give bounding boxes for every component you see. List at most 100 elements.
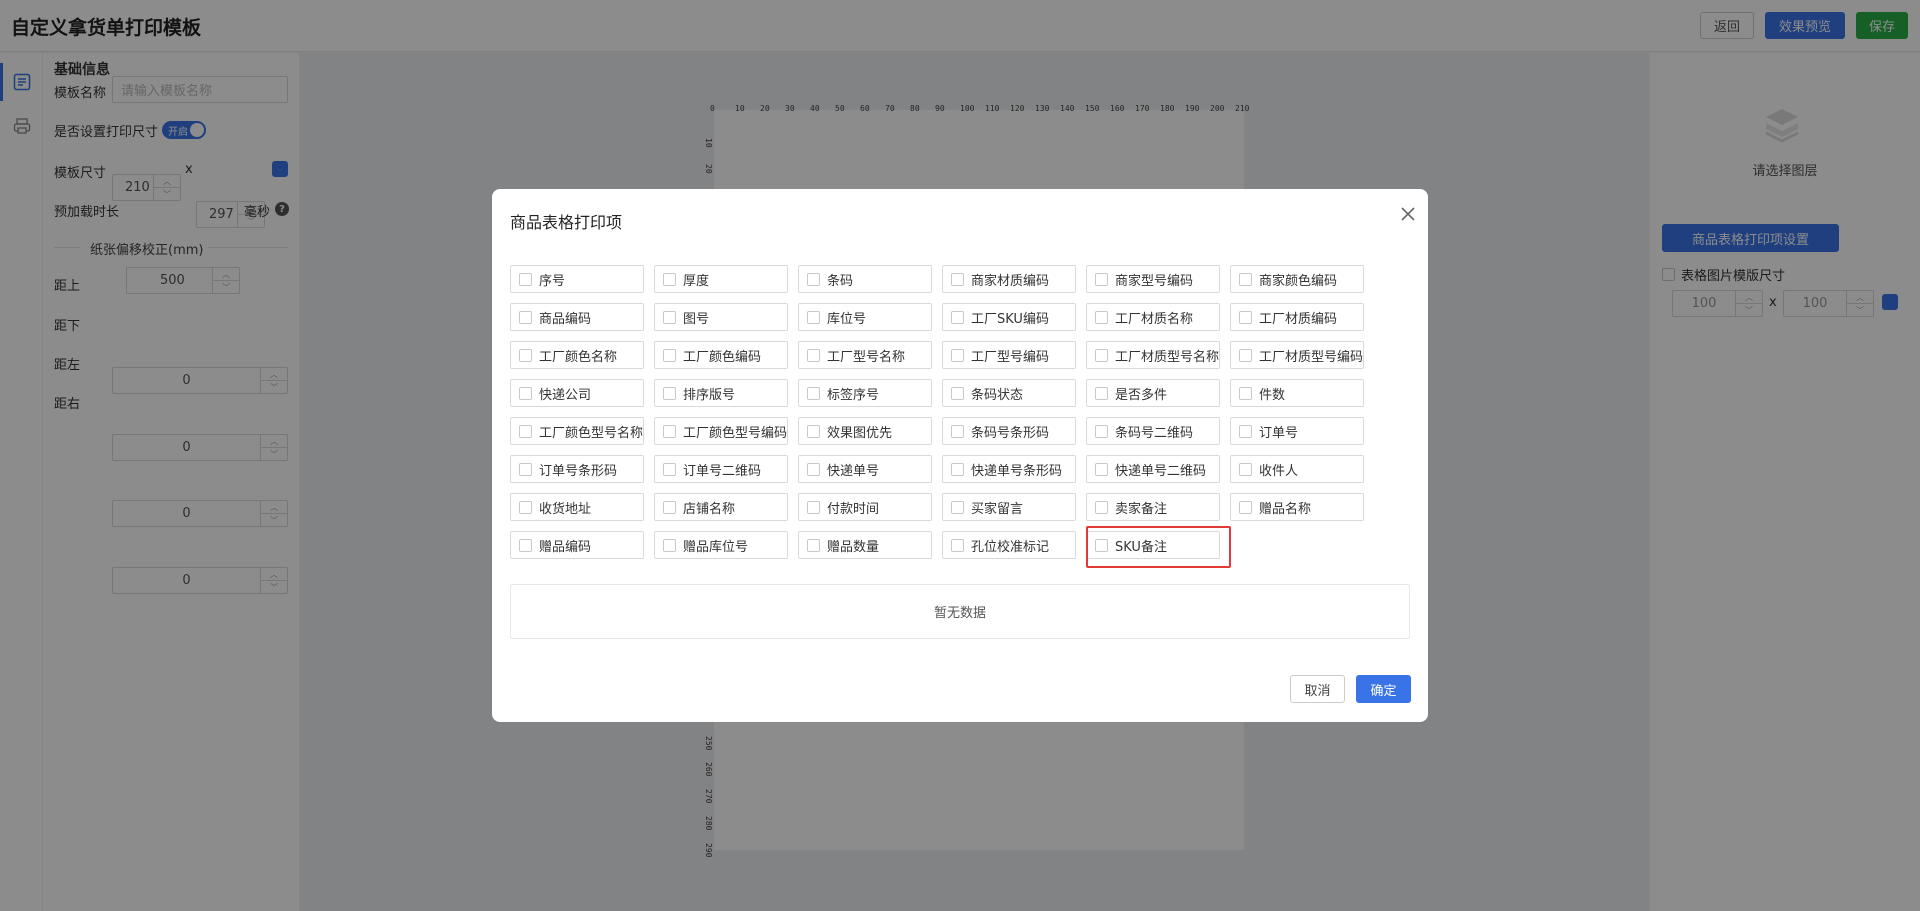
option-label: 工厂SKU编码 <box>971 311 1049 327</box>
option-checkbox[interactable] <box>519 462 532 476</box>
option-checkbox[interactable] <box>519 424 532 438</box>
print-option[interactable]: 厚度 <box>654 265 788 293</box>
option-checkbox[interactable] <box>951 462 964 476</box>
print-option[interactable]: 图号 <box>654 303 788 331</box>
print-option[interactable]: 收件人 <box>1230 455 1364 483</box>
option-checkbox[interactable] <box>807 386 820 400</box>
option-checkbox[interactable] <box>663 348 676 362</box>
print-option[interactable]: 订单号条形码 <box>510 455 644 483</box>
option-checkbox[interactable] <box>951 424 964 438</box>
option-checkbox[interactable] <box>807 500 820 514</box>
option-checkbox[interactable] <box>1095 538 1108 552</box>
option-checkbox[interactable] <box>807 538 820 552</box>
print-option[interactable]: 条码 <box>798 265 932 293</box>
print-option[interactable]: 条码状态 <box>942 379 1076 407</box>
option-checkbox[interactable] <box>1239 310 1252 324</box>
option-checkbox[interactable] <box>663 500 676 514</box>
print-option[interactable]: 库位号 <box>798 303 932 331</box>
print-option[interactable]: 快递单号二维码 <box>1086 455 1220 483</box>
print-option[interactable]: 订单号二维码 <box>654 455 788 483</box>
option-checkbox[interactable] <box>1095 272 1108 286</box>
print-option[interactable]: 赠品库位号 <box>654 531 788 559</box>
option-checkbox[interactable] <box>951 538 964 552</box>
confirm-button[interactable]: 确定 <box>1356 675 1411 703</box>
print-option[interactable]: 件数 <box>1230 379 1364 407</box>
print-option[interactable]: 标签序号 <box>798 379 932 407</box>
option-checkbox[interactable] <box>663 462 676 476</box>
option-checkbox[interactable] <box>951 310 964 324</box>
print-option[interactable]: 工厂颜色型号名称 <box>510 417 644 445</box>
option-checkbox[interactable] <box>519 348 532 362</box>
print-option[interactable]: 排序版号 <box>654 379 788 407</box>
print-option[interactable]: 卖家备注 <box>1086 493 1220 521</box>
print-option[interactable]: 序号 <box>510 265 644 293</box>
print-option[interactable]: 商家型号编码 <box>1086 265 1220 293</box>
option-checkbox[interactable] <box>1095 386 1108 400</box>
option-checkbox[interactable] <box>519 272 532 286</box>
print-option[interactable]: 商家材质编码 <box>942 265 1076 293</box>
option-checkbox[interactable] <box>519 500 532 514</box>
print-option[interactable]: 工厂型号名称 <box>798 341 932 369</box>
print-option[interactable]: 工厂材质型号编码 <box>1230 341 1364 369</box>
option-checkbox[interactable] <box>1239 272 1252 286</box>
close-icon[interactable] <box>1397 203 1419 225</box>
option-label: 工厂颜色名称 <box>539 349 618 365</box>
print-option[interactable]: 店铺名称 <box>654 493 788 521</box>
option-checkbox[interactable] <box>1239 348 1252 362</box>
option-checkbox[interactable] <box>1095 500 1108 514</box>
print-option[interactable]: 付款时间 <box>798 493 932 521</box>
print-option[interactable]: 是否多件 <box>1086 379 1220 407</box>
cancel-button[interactable]: 取消 <box>1290 675 1345 703</box>
option-checkbox[interactable] <box>807 462 820 476</box>
print-option[interactable]: 快递单号 <box>798 455 932 483</box>
option-checkbox[interactable] <box>663 310 676 324</box>
option-checkbox[interactable] <box>1239 424 1252 438</box>
option-checkbox[interactable] <box>663 538 676 552</box>
print-option[interactable]: SKU备注 <box>1086 531 1220 559</box>
print-option[interactable]: 收货地址 <box>510 493 644 521</box>
print-option[interactable]: 工厂颜色编码 <box>654 341 788 369</box>
print-option[interactable]: 条码号二维码 <box>1086 417 1220 445</box>
print-option[interactable]: 赠品编码 <box>510 531 644 559</box>
print-option[interactable]: 工厂颜色名称 <box>510 341 644 369</box>
option-checkbox[interactable] <box>951 500 964 514</box>
print-option[interactable]: 商品编码 <box>510 303 644 331</box>
option-checkbox[interactable] <box>1095 462 1108 476</box>
print-option[interactable]: 工厂材质编码 <box>1230 303 1364 331</box>
option-checkbox[interactable] <box>663 272 676 286</box>
print-option[interactable]: 工厂SKU编码 <box>942 303 1076 331</box>
print-option[interactable]: 赠品名称 <box>1230 493 1364 521</box>
option-checkbox[interactable] <box>807 348 820 362</box>
option-checkbox[interactable] <box>951 348 964 362</box>
print-option[interactable]: 买家留言 <box>942 493 1076 521</box>
print-option[interactable]: 工厂材质型号名称 <box>1086 341 1220 369</box>
print-option[interactable]: 订单号 <box>1230 417 1364 445</box>
print-option[interactable]: 条码号条形码 <box>942 417 1076 445</box>
option-checkbox[interactable] <box>951 386 964 400</box>
option-checkbox[interactable] <box>807 424 820 438</box>
option-checkbox[interactable] <box>519 386 532 400</box>
option-checkbox[interactable] <box>951 272 964 286</box>
print-option[interactable]: 工厂型号编码 <box>942 341 1076 369</box>
print-option[interactable]: 工厂颜色型号编码 <box>654 417 788 445</box>
print-option[interactable]: 效果图优先 <box>798 417 932 445</box>
print-option[interactable]: 赠品数量 <box>798 531 932 559</box>
option-checkbox[interactable] <box>1239 462 1252 476</box>
option-checkbox[interactable] <box>807 310 820 324</box>
option-checkbox[interactable] <box>1239 500 1252 514</box>
option-checkbox[interactable] <box>1239 386 1252 400</box>
option-label: 买家留言 <box>971 501 1024 517</box>
option-checkbox[interactable] <box>519 538 532 552</box>
print-option[interactable]: 工厂材质名称 <box>1086 303 1220 331</box>
print-option[interactable]: 商家颜色编码 <box>1230 265 1364 293</box>
print-option[interactable]: 快递公司 <box>510 379 644 407</box>
option-checkbox[interactable] <box>663 424 676 438</box>
option-checkbox[interactable] <box>519 310 532 324</box>
option-checkbox[interactable] <box>663 386 676 400</box>
option-checkbox[interactable] <box>1095 310 1108 324</box>
option-checkbox[interactable] <box>1095 348 1108 362</box>
print-option[interactable]: 孔位校准标记 <box>942 531 1076 559</box>
print-option[interactable]: 快递单号条形码 <box>942 455 1076 483</box>
option-checkbox[interactable] <box>1095 424 1108 438</box>
option-checkbox[interactable] <box>807 272 820 286</box>
